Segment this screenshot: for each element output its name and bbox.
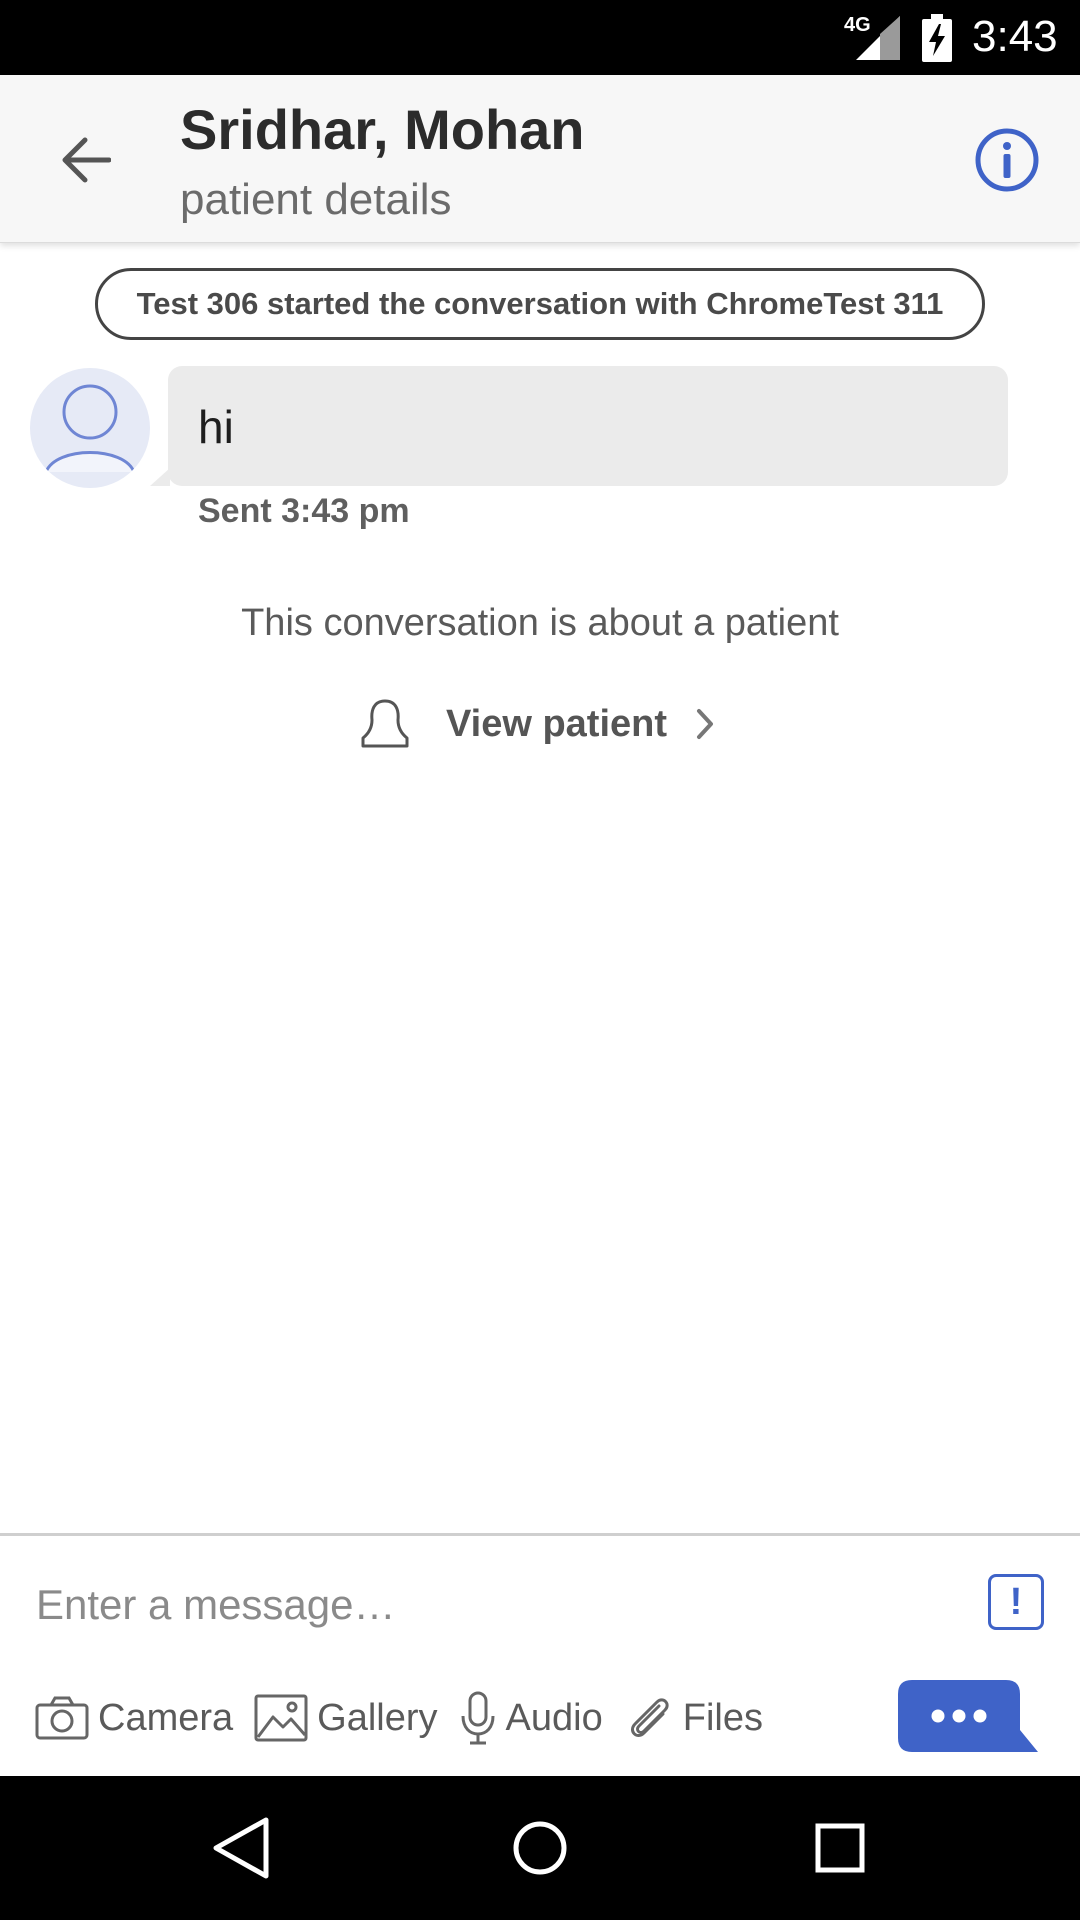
send-options-button[interactable] <box>898 1680 1038 1754</box>
microphone-icon <box>461 1691 495 1745</box>
message-text: hi <box>198 401 234 453</box>
avatar <box>30 368 150 488</box>
message-sent-time: Sent 3:43 pm <box>198 492 410 530</box>
system-navigation-bar <box>0 1776 1080 1920</box>
patient-context-text: This conversation is about a patient <box>241 602 839 644</box>
more-dots-icon <box>931 1709 987 1723</box>
composer-divider <box>0 1533 1080 1536</box>
arrow-left-icon <box>62 137 111 183</box>
attachment-toolbar: Camera Gallery Audio Files <box>34 1684 783 1752</box>
page-title: Sridhar, Mohan <box>180 98 585 161</box>
view-patient-button[interactable]: View patient <box>360 694 715 754</box>
gallery-icon <box>254 1694 308 1742</box>
camera-label: Camera <box>98 1696 234 1739</box>
user-placeholder-icon <box>44 384 136 473</box>
back-button[interactable] <box>50 125 120 195</box>
nav-recents-icon[interactable] <box>804 1812 876 1884</box>
status-bar: 4G 3:43 <box>0 0 1080 75</box>
paperclip-icon <box>630 1698 669 1738</box>
person-outline-icon <box>361 699 409 748</box>
audio-button[interactable]: Audio <box>458 1690 603 1746</box>
exclamation-icon: ! <box>1009 1580 1023 1623</box>
signal-icon <box>856 16 900 60</box>
status-clock: 3:43 <box>972 12 1058 61</box>
message-bubble-tail <box>150 468 170 486</box>
system-message: Test 306 started the conversation with C… <box>95 268 985 340</box>
gallery-button[interactable]: Gallery <box>253 1693 438 1743</box>
audio-label: Audio <box>505 1696 603 1739</box>
gallery-label: Gallery <box>317 1696 438 1739</box>
nav-back-icon[interactable] <box>204 1812 276 1884</box>
message-input[interactable] <box>36 1570 936 1640</box>
message-bubble[interactable]: hi <box>168 366 1008 486</box>
camera-icon <box>35 1696 89 1740</box>
files-button[interactable]: Files <box>623 1692 763 1744</box>
view-patient-label: View patient <box>446 702 668 745</box>
patient-details-link[interactable]: patient details <box>180 175 452 225</box>
files-label: Files <box>682 1696 763 1739</box>
battery-charging-icon <box>922 14 952 62</box>
urgent-button[interactable]: ! <box>988 1574 1044 1630</box>
info-icon[interactable] <box>974 127 1040 193</box>
app-bar: Sridhar, Mohan patient details <box>0 75 1080 243</box>
chevron-right-icon <box>697 709 714 739</box>
nav-home-icon[interactable] <box>504 1812 576 1884</box>
camera-button[interactable]: Camera <box>34 1695 233 1741</box>
